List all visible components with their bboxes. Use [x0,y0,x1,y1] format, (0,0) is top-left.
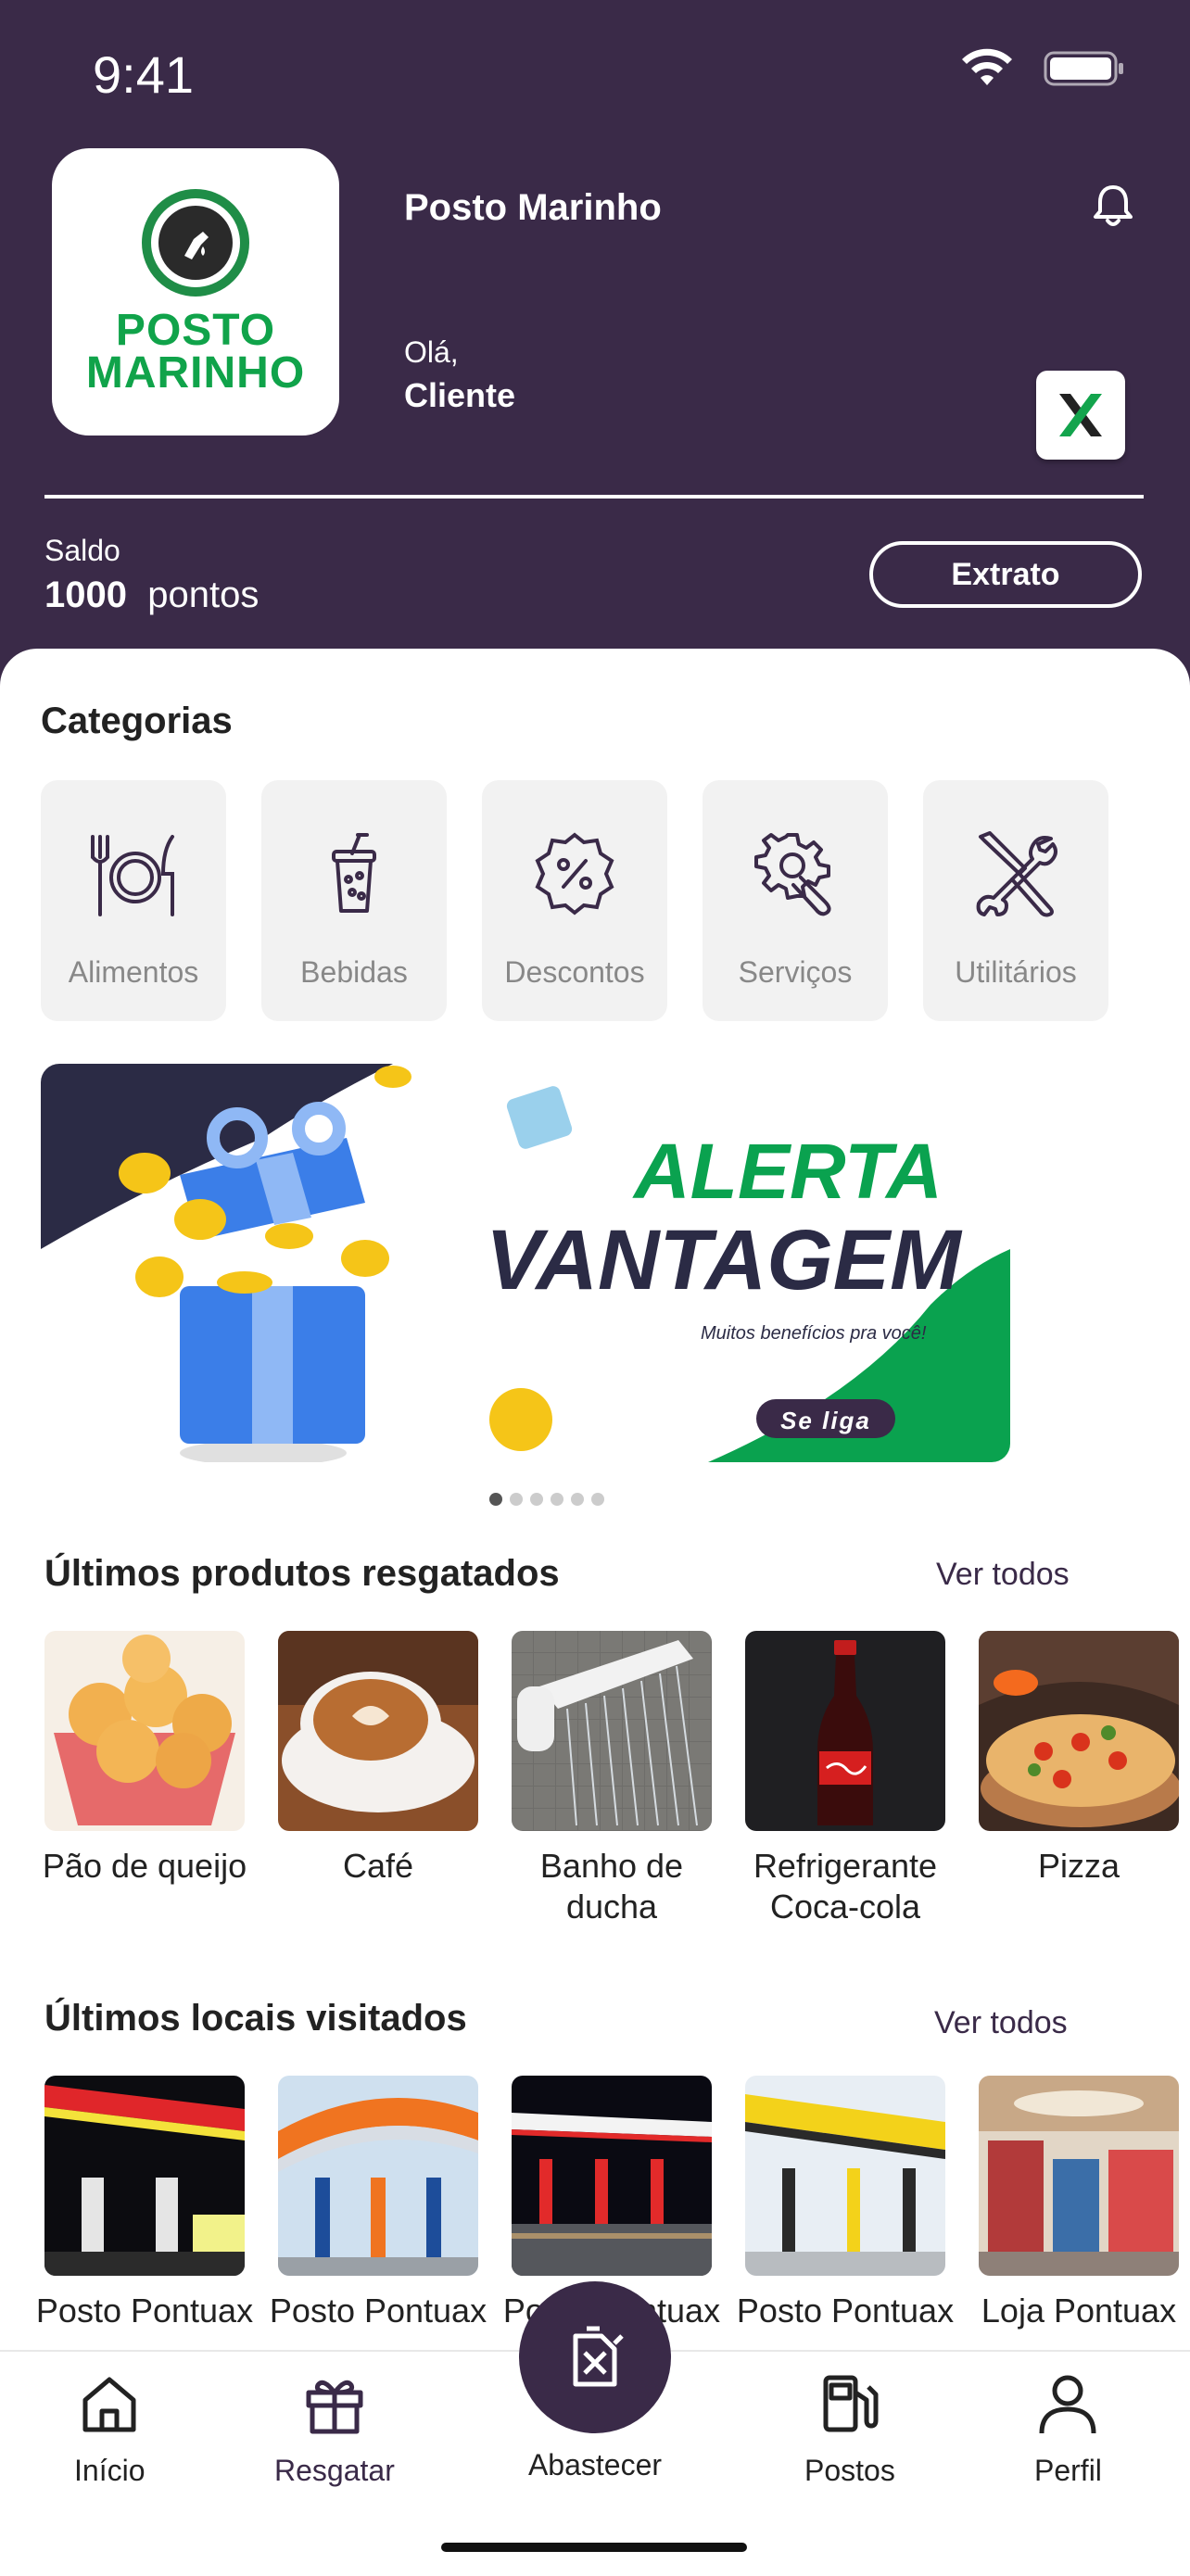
logo-line1: POSTO [115,306,276,355]
carousel-dot[interactable] [591,1493,604,1506]
product-image [512,1631,712,1831]
banner-headline-1: ALERTA [634,1128,943,1215]
gear-wrench-icon [754,833,831,916]
nav-label: Início [74,2454,146,2487]
place-image [278,2076,478,2276]
place-image [512,2076,712,2276]
recent-products-list: Pão de queijo Café Banho de ducha Refrig… [43,1631,1179,1927]
recent-places-title: Últimos locais visitados [44,1998,467,2039]
banner-headline-2: VANTAGEM [486,1213,961,1307]
carousel-dot[interactable] [510,1493,523,1506]
product-image [745,1631,945,1831]
fuel-can-icon [573,2326,624,2387]
logo-line2: MARINHO [85,348,306,398]
balance-value: 1000 pontos [44,575,259,616]
product-card[interactable]: Refrigerante Coca-cola [745,1631,945,1927]
place-label: Loja Pontuax [981,2292,1177,2330]
product-label: Banho de ducha [539,1847,684,1926]
place-label: Posto Pontuax [736,2292,955,2330]
place-image [44,2076,245,2276]
category-utilitarios[interactable]: Utilitários [923,780,1108,1021]
product-label: Pão de queijo [42,1847,247,1885]
place-card[interactable]: Posto Pontuax [270,2076,487,2331]
nav-perfil[interactable]: Perfil [1034,2370,1102,2488]
drink-cup-icon [332,833,376,913]
home-indicator [441,2543,747,2552]
product-image [979,1631,1179,1831]
refuel-button[interactable] [519,2281,671,2433]
battery-icon [1044,51,1123,86]
store-logo: POSTO MARINHO [52,148,339,436]
nav-postos[interactable]: Postos [804,2370,895,2488]
categories-list: Alimentos Bebidas Descontos Serviços Uti… [41,780,1108,1021]
gift-icon [306,2380,363,2434]
place-card[interactable]: Posto Pontuax [737,2076,954,2331]
carousel-dot[interactable] [489,1493,502,1506]
product-card[interactable]: Café [278,1631,478,1927]
header: 9:41 POSTO MARINHO Posto Marinho Olá, Cl… [0,0,1190,667]
product-card[interactable]: Pão de queijo [43,1631,247,1927]
partner-x-icon[interactable] [1036,371,1125,460]
nav-label: Postos [804,2454,895,2487]
categories-title: Categorias [41,701,233,741]
promo-banner[interactable]: ALERTA VANTAGEM Muitos benefícios pra vo… [41,1064,1010,1462]
balance-number: 1000 [44,575,127,615]
product-image [278,1631,478,1831]
category-alimentos[interactable]: Alimentos [41,780,226,1021]
nav-label: Resgatar [274,2454,395,2487]
carousel-dots[interactable] [489,1493,604,1506]
status-icons [958,48,1125,89]
utensils-icon [91,835,174,916]
discount-badge-icon [535,832,614,915]
greeting: Olá, [404,335,459,369]
balance-unit: pontos [147,575,260,615]
recent-products-see-all[interactable]: Ver todos [936,1557,1070,1593]
wifi-icon [962,48,1012,85]
place-label: Posto Pontuax [35,2292,254,2330]
home-icon [82,2377,136,2432]
place-image [979,2076,1179,2276]
tools-icon [976,831,1057,917]
nav-resgatar[interactable]: Resgatar [274,2370,395,2488]
product-card[interactable]: Pizza [979,1631,1179,1927]
place-card[interactable]: Loja Pontuax [979,2076,1179,2331]
user-icon [1039,2375,1096,2434]
nav-inicio[interactable]: Início [74,2370,145,2488]
carousel-dot[interactable] [551,1493,563,1506]
status-time: 9:41 [93,45,194,104]
bell-icon[interactable] [1090,182,1136,230]
nav-label: Perfil [1034,2454,1102,2487]
banner-subtitle: Muitos benefícios pra você! [701,1323,927,1344]
statement-button[interactable]: Extrato [869,541,1142,608]
place-card[interactable]: Posto Pontuax [36,2076,253,2331]
fuel-nozzle-icon [142,189,249,297]
product-label: Pizza [1037,1847,1120,1885]
header-divider [44,495,1144,499]
category-label: Serviços [738,955,853,989]
place-image [745,2076,945,2276]
user-name: Cliente [404,376,516,414]
refuel-label: Abastecer [527,2448,663,2481]
carousel-dot[interactable] [571,1493,584,1506]
fuel-pump-icon [823,2375,879,2432]
balance-label: Saldo [44,534,120,567]
product-label: Café [342,1847,414,1885]
banner-cta[interactable]: Se liga [756,1407,895,1435]
category-label: Bebidas [300,955,408,989]
category-bebidas[interactable]: Bebidas [261,780,447,1021]
product-card[interactable]: Banho de ducha [512,1631,712,1927]
category-label: Descontos [504,955,645,989]
product-label: Refrigerante Coca-cola [753,1847,938,1926]
category-label: Utilitários [955,955,1077,989]
category-descontos[interactable]: Descontos [482,780,667,1021]
category-label: Alimentos [68,955,199,989]
product-image [44,1631,245,1831]
carousel-dot[interactable] [530,1493,543,1506]
recent-products-title: Últimos produtos resgatados [44,1553,560,1594]
place-label: Posto Pontuax [269,2292,487,2330]
category-servicos[interactable]: Serviços [703,780,888,1021]
recent-places-see-all[interactable]: Ver todos [934,2005,1068,2041]
app-title: Posto Marinho [404,187,662,228]
